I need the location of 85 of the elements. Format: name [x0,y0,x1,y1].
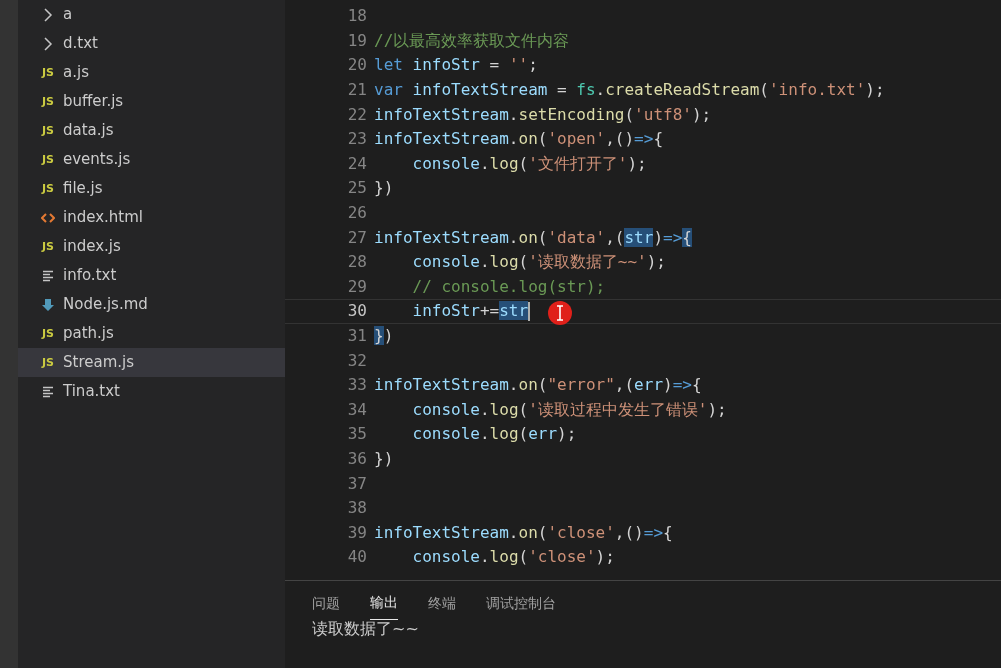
code-line: //以最高效率获取文件内容 [374,29,570,52]
panel-tab[interactable]: 调试控制台 [486,584,556,620]
code-line: infoTextStream.on("error",(err)=>{ [374,374,702,397]
line-number: 30 [346,300,367,323]
line-number: 22 [346,103,367,126]
line-number: 35 [346,423,367,446]
js-file-icon: JS [40,325,56,342]
file-name: a.js [63,62,89,84]
js-file-icon: JS [40,122,56,139]
file-item[interactable]: JS file.js [18,174,285,203]
file-name: d.txt [63,33,98,55]
js-file-icon: JS [40,93,56,110]
code-line: infoStr+=str [411,300,529,323]
file-item[interactable]: JS index.js [18,232,285,261]
file-name: Tina.txt [63,381,120,403]
line-number: 20 [346,54,367,77]
file-name: path.js [63,323,114,345]
line-number: 37 [346,472,367,495]
code-line: console.log('读取过程中发生了错误'); [411,398,727,421]
file-name: index.html [63,207,143,229]
file-name: info.txt [63,265,117,287]
file-name: Node.js.md [63,294,148,316]
line-number: 33 [346,374,367,397]
code-line: infoTextStream.on('open',()=>{ [374,128,663,151]
line-number: 23 [346,128,367,151]
file-item[interactable]: Node.js.md [18,290,285,319]
file-name: events.js [63,149,131,171]
file-name: Stream.js [63,352,135,374]
line-number: 27 [346,226,367,249]
code-line: var infoTextStream = fs.createReadStream('info.txt'); [374,79,885,102]
js-file-icon: JS [40,238,56,255]
file-item[interactable]: d.txt [18,29,285,58]
line-number: 38 [346,497,367,520]
line-number: 25 [346,177,367,200]
code-line: }) [374,325,394,348]
file-item[interactable]: index.html [18,203,285,232]
text-cursor [528,301,531,321]
pointer-highlight-icon [547,300,573,327]
file-name: buffer.js [63,91,124,113]
line-number: 31 [346,325,367,347]
js-file-icon: JS [40,180,56,197]
file-name: a [63,4,73,26]
panel-tab[interactable]: 问题 [312,584,340,620]
js-file-icon: JS [40,151,56,168]
file-item[interactable]: JS Stream.js [18,348,285,377]
js-file-icon: JS [40,64,56,81]
code-line: console.log('读取数据了~~'); [411,251,666,274]
panel-tab[interactable]: 输出 [370,584,398,620]
file-item[interactable]: JS buffer.js [18,87,285,116]
line-number: 40 [346,546,367,569]
file-name: file.js [63,178,103,200]
line-number: 21 [346,79,367,102]
line-number: 18 [346,5,367,28]
code-line: infoTextStream.setEncoding('utf8'); [374,103,712,126]
file-item[interactable]: Tina.txt [18,377,285,406]
js-file-icon: JS [40,354,56,371]
code-line: }) [374,448,394,470]
line-number: 19 [346,29,367,52]
line-number: 29 [346,275,367,298]
panel-tab[interactable]: 终端 [428,584,456,620]
line-number: 26 [346,202,367,225]
line-number: 36 [346,448,367,470]
file-item[interactable]: JS a.js [18,58,285,87]
code-line: console.log('文件打开了'); [411,152,647,175]
line-number: 28 [346,251,367,274]
file-item[interactable]: a [18,0,285,29]
file-item[interactable]: JS path.js [18,319,285,348]
code-line: console.log(err); [411,423,577,446]
line-number: 24 [346,152,367,175]
code-line: console.log('close'); [411,546,615,569]
code-line: // console.log(str); [411,275,606,298]
code-line: infoTextStream.on('close',()=>{ [374,521,673,544]
file-name: data.js [63,120,114,142]
file-item[interactable]: JS data.js [18,116,285,145]
output-line: 读取数据了~~ [311,618,420,640]
code-line: infoTextStream.on('data',(str)=>{ [374,226,692,249]
line-number: 39 [346,521,367,544]
line-number: 32 [346,349,367,372]
arrow-down-icon [40,296,56,313]
file-name: index.js [63,236,121,258]
file-item[interactable]: JS events.js [18,145,285,174]
file-item[interactable]: info.txt [18,261,285,290]
code-line: }) [374,177,394,200]
code-line: let infoStr = ''; [374,54,538,77]
line-number: 34 [346,398,367,421]
